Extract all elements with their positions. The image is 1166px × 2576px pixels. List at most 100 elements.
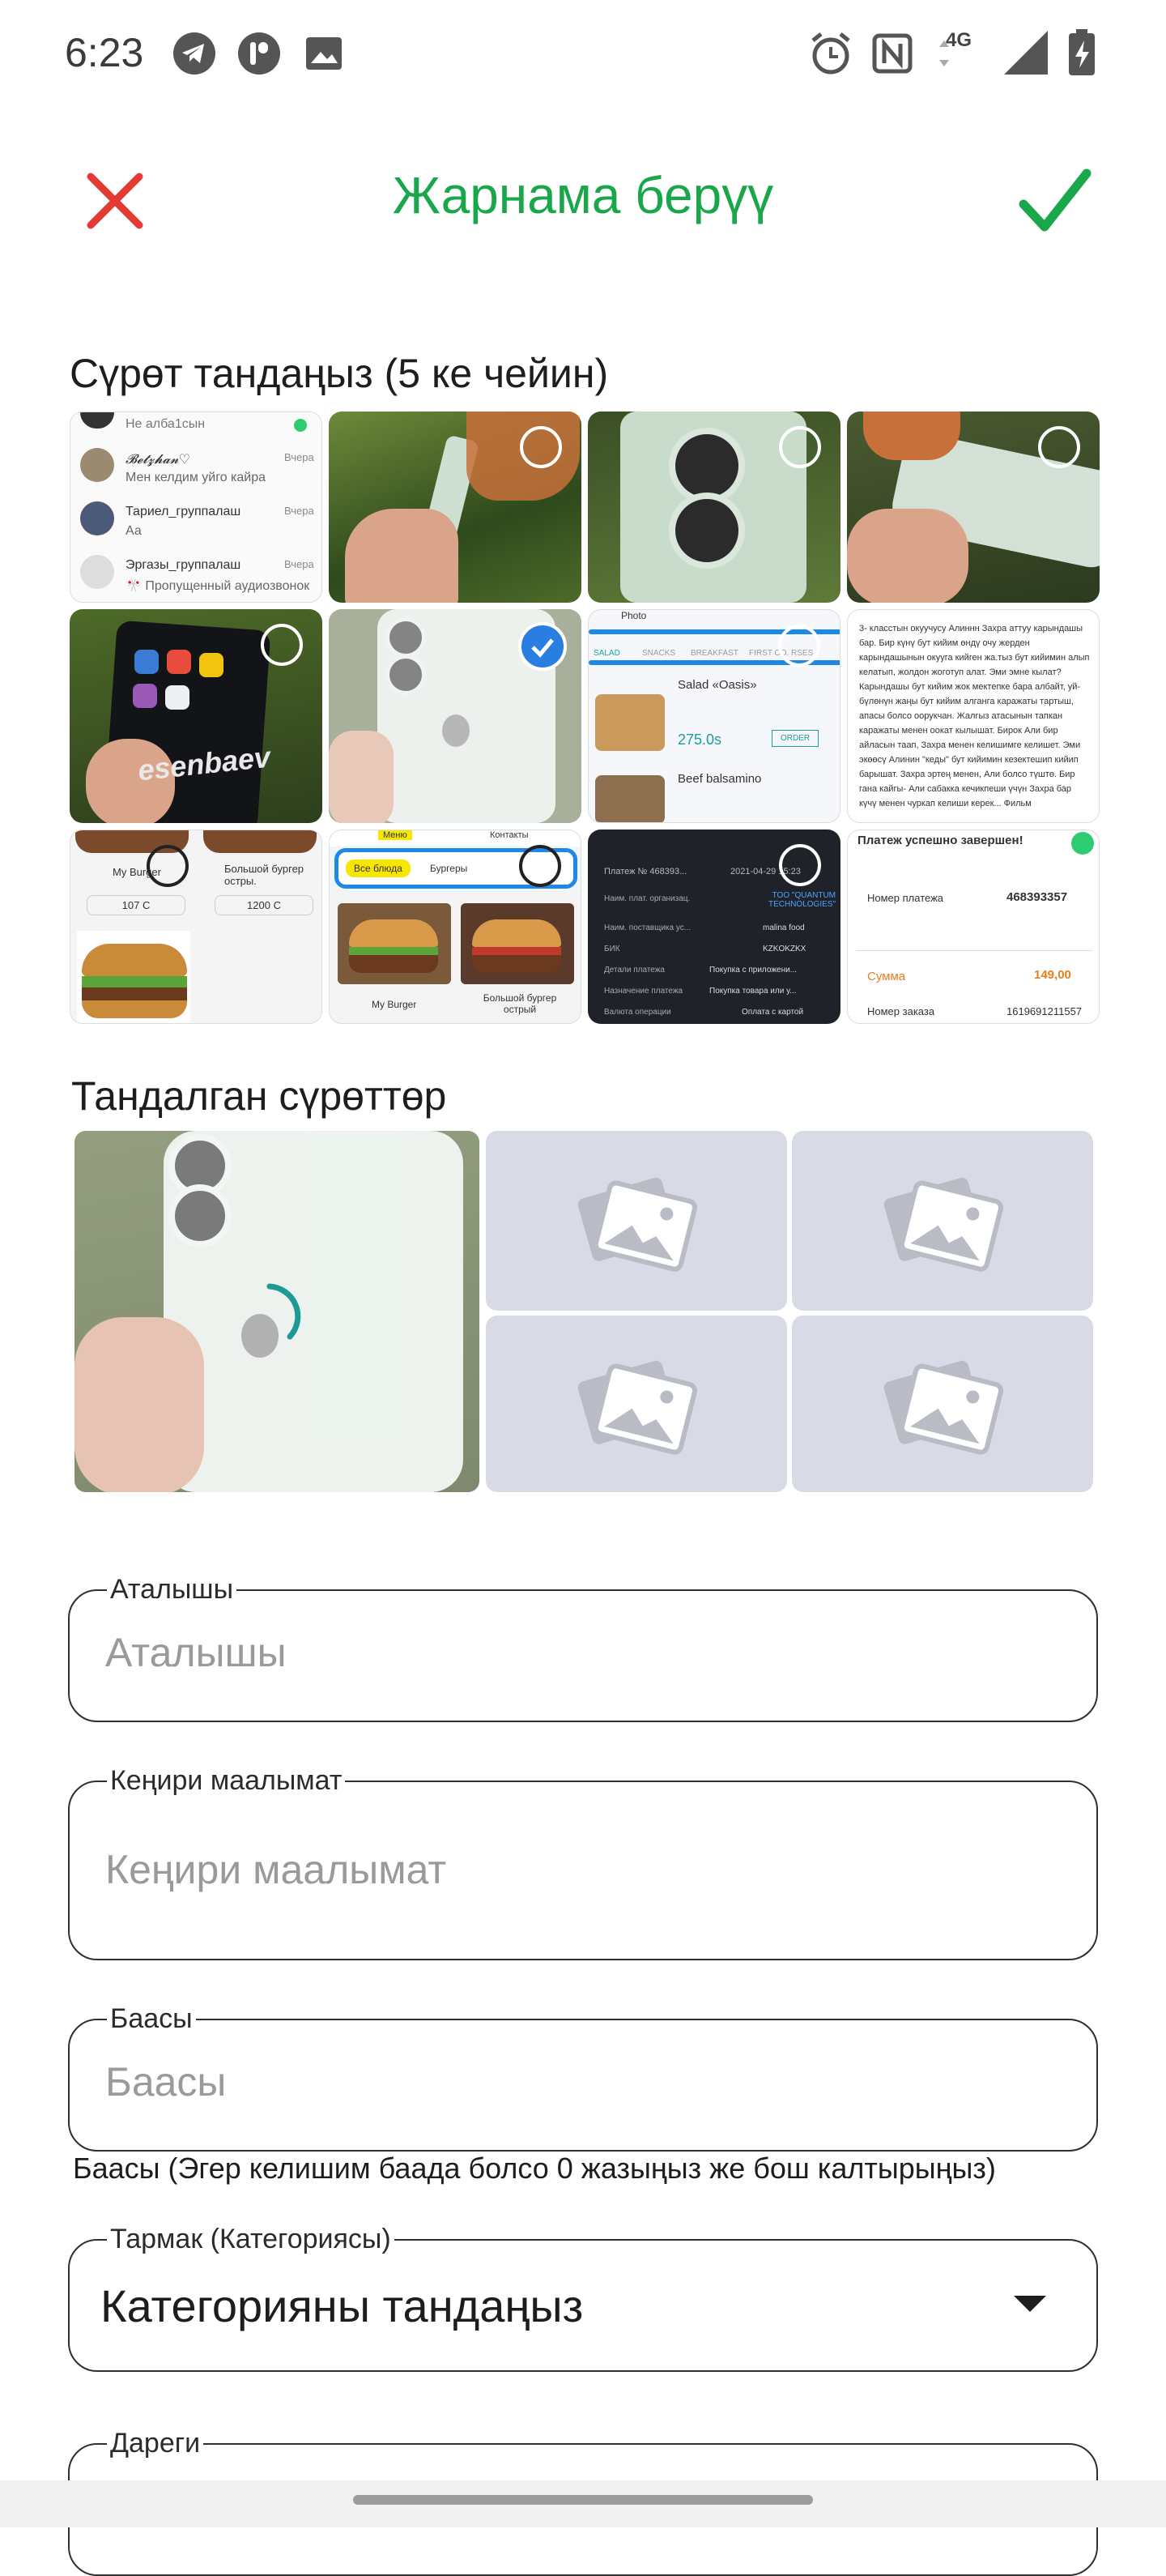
gallery-tile-selected[interactable] bbox=[329, 609, 581, 823]
address-field-label: Дареги bbox=[107, 2427, 204, 2459]
payment-row-label: Валюта операции bbox=[604, 1008, 671, 1017]
menu-tab: BREAKFAST bbox=[691, 649, 738, 658]
price-helper-text: Баасы (Эгер келишим баада болсо 0 жазыңы… bbox=[73, 2152, 996, 2185]
gallery-tile-photo[interactable]: esenbaev bbox=[70, 609, 322, 823]
payment-row-value: Оплата с картой bbox=[742, 1008, 804, 1017]
title-input[interactable] bbox=[104, 1628, 1062, 1677]
payment-row-label: Детали платежа bbox=[604, 966, 665, 975]
text-snippet: 3- класстын окуучусу Алиннн Захра аттуу … bbox=[859, 624, 1090, 808]
chat-line: 🎌 Пропущенный аудиозвонок bbox=[126, 579, 310, 593]
select-ring[interactable] bbox=[778, 625, 820, 667]
burger-name: Большой бургер острый bbox=[483, 992, 557, 1015]
gallery-tile-payment-light[interactable]: Платеж успешно завершен! Номер платежа 4… bbox=[847, 830, 1100, 1024]
chat-time: Вчера bbox=[284, 505, 314, 517]
gallery-tile-photo[interactable] bbox=[847, 412, 1100, 603]
image-placeholder-icon bbox=[577, 1360, 698, 1455]
home-gesture-handle[interactable] bbox=[353, 2495, 813, 2505]
selected-heading: Тандалган сүрөттөр bbox=[71, 1073, 447, 1119]
selected-slot-empty[interactable] bbox=[792, 1316, 1093, 1492]
title-field: Аталышы bbox=[68, 1573, 1098, 1722]
payment-row-value: 149,00 bbox=[1034, 968, 1071, 982]
gallery-tile-burgers[interactable]: My Burger 107 С Большой бургер остры. 12… bbox=[70, 830, 322, 1024]
photo-gallery[interactable]: Не алба1сын 𝓑𝓮𝓽𝔃𝓱𝓪𝓷♡ Мен келдим уйго кай… bbox=[70, 412, 1100, 1024]
gallery-tile-photo[interactable] bbox=[588, 412, 840, 603]
payment-row-label: Номер заказа bbox=[867, 1005, 935, 1017]
data-arrows-icon bbox=[939, 41, 949, 66]
select-ring[interactable] bbox=[519, 845, 561, 887]
menu-title: Photo bbox=[621, 610, 647, 621]
selected-slot-empty[interactable] bbox=[792, 1131, 1093, 1311]
menu-tab: SALAD bbox=[594, 649, 620, 658]
category-chip: Бургеры bbox=[430, 863, 468, 874]
chat-time: Вчера bbox=[284, 451, 314, 463]
image-placeholder-icon bbox=[883, 1360, 1004, 1455]
menu-tab: Контакты bbox=[490, 830, 529, 840]
app-bar: Жарнама берүү bbox=[0, 146, 1166, 243]
payment-row-value: KZKOKZKX bbox=[763, 945, 806, 953]
category-select[interactable]: Тармак (Категориясы) Категорияны тандаңы… bbox=[68, 2223, 1098, 2372]
payment-row-label: Наим. плат. организац. bbox=[604, 894, 691, 903]
category-selected-value: Категорияны тандаңыз bbox=[100, 2280, 584, 2331]
payment-row-value: Покупка с приложени... bbox=[709, 966, 798, 975]
burger-name: My Burger bbox=[372, 999, 417, 1010]
payment-row-label: БИК bbox=[604, 945, 620, 953]
loading-spinner-icon bbox=[266, 1283, 301, 1340]
payment-row-label: Номер платежа bbox=[867, 892, 944, 904]
price-field-label: Баасы bbox=[107, 2002, 196, 2035]
battery-icon bbox=[1069, 29, 1095, 75]
system-nav-bar bbox=[0, 2480, 1166, 2527]
status-bar: 6:23 4G bbox=[0, 0, 1166, 113]
image-placeholder-icon bbox=[883, 1177, 1004, 1272]
gallery-tile-photo[interactable] bbox=[329, 412, 581, 603]
burger-name: Большой бургер остры. bbox=[224, 863, 304, 887]
menu-item: Salad «Oasis» bbox=[678, 678, 757, 692]
description-input[interactable] bbox=[104, 1845, 1062, 1894]
selected-slot-empty[interactable] bbox=[486, 1316, 787, 1492]
gallery-tile-payment-dark[interactable]: Платеж № 468393... 2021-04-29 15:23 Наим… bbox=[588, 830, 840, 1024]
chat-line: Не алба1сын bbox=[126, 417, 206, 431]
chat-line: Аа bbox=[126, 524, 142, 538]
gallery-tile-chats[interactable]: Не алба1сын 𝓑𝓮𝓽𝔃𝓱𝓪𝓷♡ Мен келдим уйго кай… bbox=[70, 412, 322, 603]
chat-line: Тариел_группалаш bbox=[126, 505, 241, 518]
burger-price: 107 С bbox=[87, 895, 185, 915]
select-ring[interactable] bbox=[261, 624, 303, 666]
signal-icon bbox=[1004, 31, 1048, 75]
select-ring[interactable] bbox=[520, 426, 562, 468]
dropdown-arrow-icon[interactable] bbox=[1014, 2296, 1046, 2312]
gallery-tile-burgers-menu[interactable]: Меню Контакты Все блюда Бургеры My Burge… bbox=[329, 830, 581, 1024]
chat-time: Вчера bbox=[284, 558, 314, 570]
payment-row-label: Сумма bbox=[867, 970, 906, 983]
description-field: Кеңири маалымат bbox=[68, 1764, 1098, 1960]
payment-row-value: 1619691211557 bbox=[1006, 1005, 1083, 1017]
payment-row-value: Покупка товара или у... bbox=[709, 987, 797, 996]
menu-tab: SNACKS bbox=[642, 649, 676, 658]
app-icon bbox=[238, 32, 280, 75]
chat-line: Мен келдим уйго кайра bbox=[126, 471, 266, 484]
price-field: Баасы bbox=[68, 2002, 1098, 2152]
price-input[interactable] bbox=[104, 2058, 1062, 2106]
order-button: ORDER bbox=[772, 730, 819, 747]
select-ring[interactable] bbox=[779, 844, 821, 886]
payment-row-value: 468393357 bbox=[1006, 890, 1068, 904]
chat-line: Эргазы_группалаш bbox=[126, 558, 241, 572]
menu-price: 275.0s bbox=[678, 731, 722, 748]
nfc-icon bbox=[872, 33, 913, 74]
selected-check-icon[interactable] bbox=[518, 622, 567, 671]
selected-slot-empty[interactable] bbox=[486, 1131, 787, 1311]
check-icon[interactable] bbox=[1014, 160, 1095, 241]
status-time: 6:23 bbox=[65, 30, 144, 75]
select-ring[interactable] bbox=[1038, 426, 1080, 468]
payment-row-label: Платеж № 468393... bbox=[604, 867, 687, 876]
payment-row-label: Назначение платежа bbox=[604, 987, 683, 996]
gallery-heading: Сүрөт тандаңыз (5 ке чейин) bbox=[70, 351, 609, 396]
menu-item: Beef balsamino bbox=[678, 772, 762, 786]
select-ring[interactable] bbox=[779, 426, 821, 468]
page-title: Жарнама берүү bbox=[392, 166, 774, 224]
payment-title: Платеж успешно завершен! bbox=[857, 834, 1023, 847]
gallery-tile-menu[interactable]: Photo SALAD SNACKS BREAKFAST FIRST CO. R… bbox=[588, 609, 840, 823]
select-ring[interactable] bbox=[147, 845, 189, 887]
telegram-icon bbox=[173, 32, 215, 75]
menu-tab: Меню bbox=[378, 830, 412, 840]
selected-photo-main[interactable] bbox=[74, 1131, 479, 1492]
gallery-tile-text[interactable]: 3- класстын окуучусу Алиннн Захра аттуу … bbox=[847, 609, 1100, 823]
